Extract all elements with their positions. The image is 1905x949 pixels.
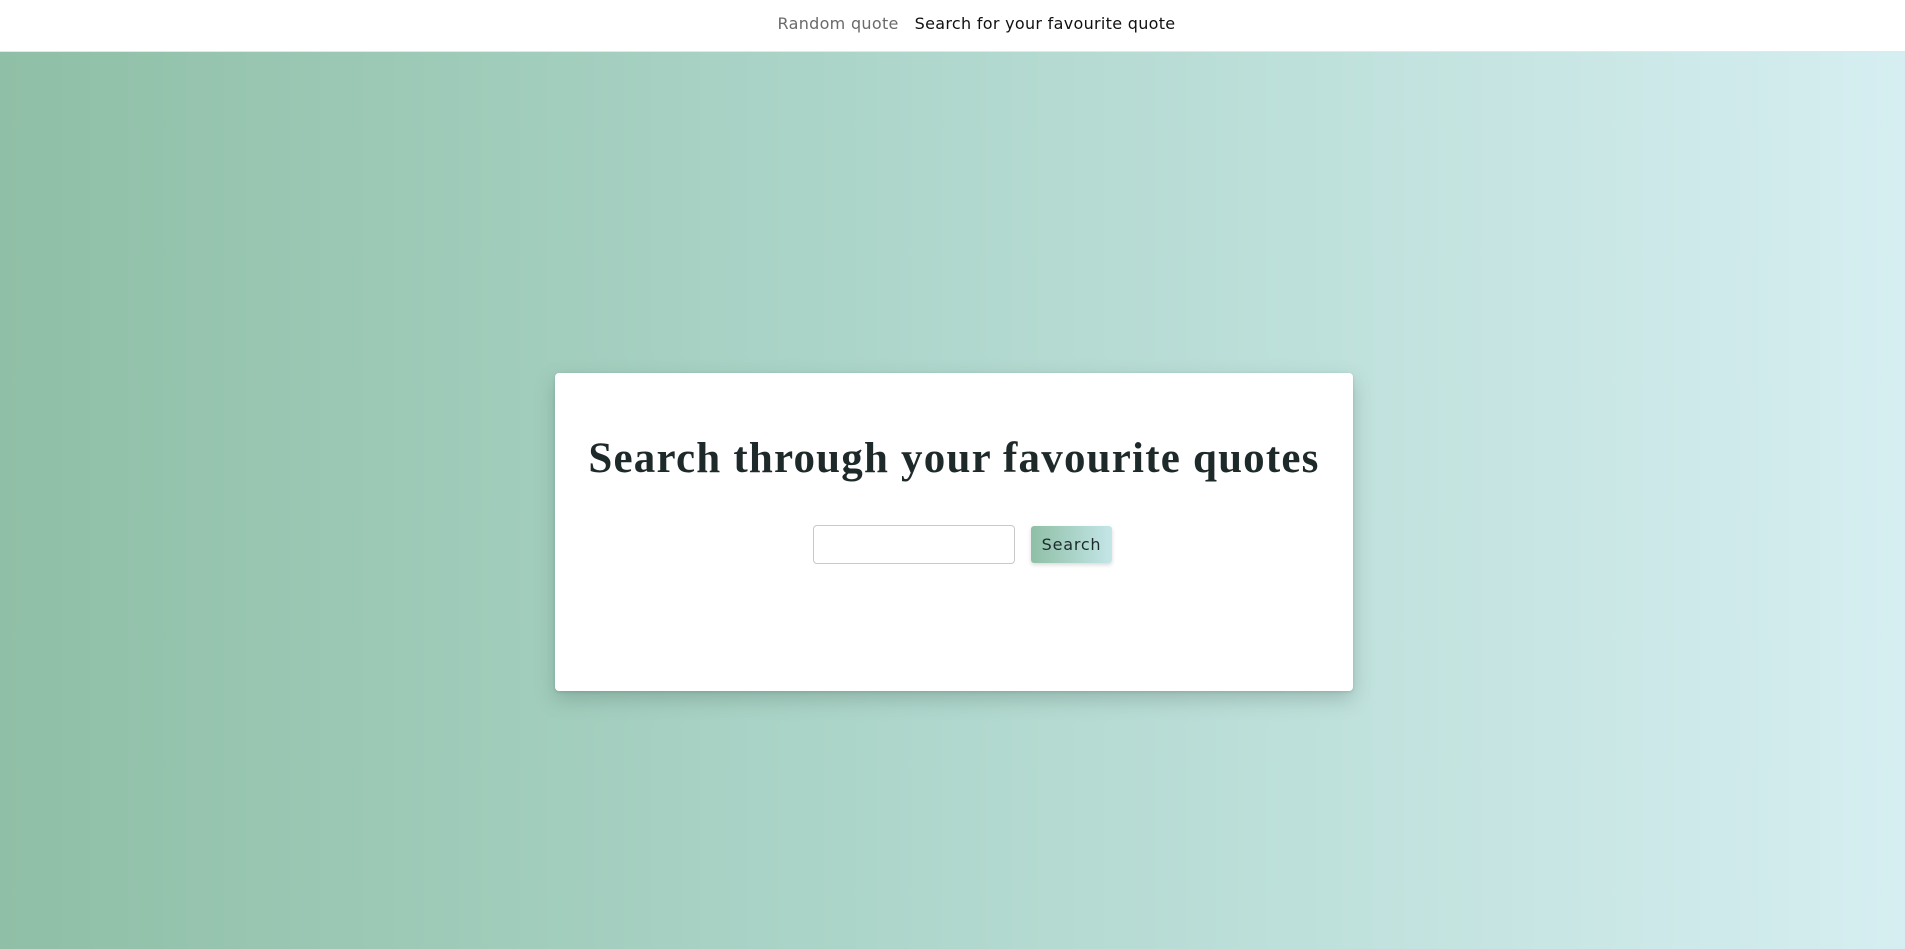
search-card: Search through your favourite quotes Sea… [555, 373, 1353, 691]
search-input[interactable] [813, 525, 1015, 564]
nav-link-search-quote[interactable]: Search for your favourite quote [915, 14, 1176, 33]
nav-links: Random quote Search for your favourite q… [778, 14, 1176, 33]
nav-link-random-quote[interactable]: Random quote [778, 14, 899, 33]
search-button[interactable]: Search [1031, 526, 1112, 563]
search-form: Search [813, 525, 1112, 564]
top-navbar: Random quote Search for your favourite q… [0, 0, 1905, 52]
page-title: Search through your favourite quotes [588, 435, 1320, 482]
hero-background: Search through your favourite quotes Sea… [0, 52, 1905, 949]
